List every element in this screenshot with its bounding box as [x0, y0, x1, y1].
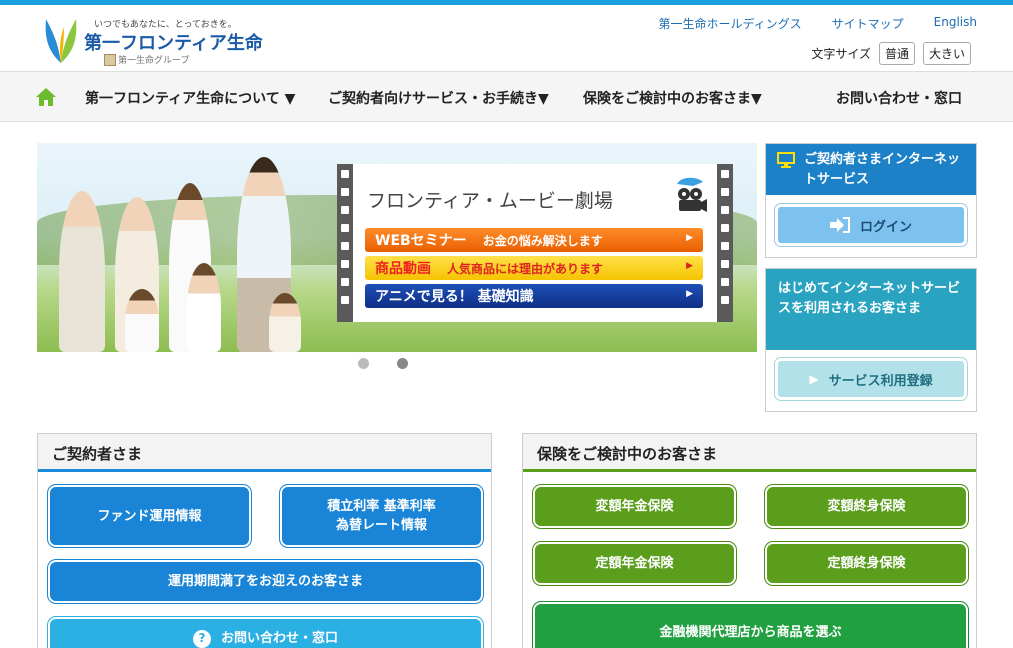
first-time-service-box: はじめてインターネットサービスを利用されるお客さま ▶ サービス利用登録	[765, 268, 977, 412]
fixed-whole-life-button[interactable]: 定額終身保険	[765, 542, 968, 585]
login-icon	[829, 217, 850, 233]
font-size-label: 文字サイズ	[811, 47, 871, 61]
contact-label: お問い合わせ・窓口	[220, 631, 338, 646]
logo-group-text: 第一生命グループ	[118, 56, 190, 66]
fixed-whole-life-label: 定額終身保険	[827, 556, 906, 571]
sitemap-link[interactable]: サイトマップ	[832, 15, 904, 32]
font-normal-button[interactable]: 普通	[878, 42, 915, 65]
utility-links: 第一生命ホールディングス サイトマップ English	[658, 15, 977, 32]
play-triangle-icon: ▶	[809, 372, 819, 386]
play-arrow-icon: ▶	[686, 289, 693, 299]
english-link[interactable]: English	[934, 15, 977, 32]
rates-line1: 積立利率 基準利率	[327, 499, 436, 514]
product-video-button[interactable]: 商品動画 人気商品には理由があります ▶	[365, 256, 703, 280]
first-time-header: はじめてインターネットサービスを利用されるお客さま	[766, 269, 976, 350]
fixed-annuity-label: 定額年金保険	[595, 556, 674, 571]
anime-basics-button[interactable]: アニメで見る！ 基礎知識 ▶	[365, 284, 703, 308]
film-strip-left	[337, 164, 353, 322]
service-register-label: サービス利用登録	[828, 373, 933, 389]
contract-holder-panel: ご契約者さま ファンド運用情報 積立利率 基準利率 為替レート情報 運用期間満了…	[37, 433, 492, 648]
play-arrow-icon: ▶	[686, 261, 693, 271]
nav-prospects[interactable]: 保険をご検討中のお客さま▼	[583, 88, 762, 108]
nav-about[interactable]: 第一フロンティア生命について ▼	[85, 88, 295, 108]
logo-mark-icon	[45, 19, 77, 63]
fixed-annuity-button[interactable]: 定額年金保険	[533, 542, 736, 585]
product-video-label: 商品動画	[375, 261, 431, 277]
carousel-dots	[358, 358, 408, 369]
rates-info-button[interactable]: 積立利率 基準利率 為替レート情報	[280, 485, 483, 547]
movie-camera-icon	[677, 177, 707, 212]
group-emblem-icon	[104, 53, 116, 66]
font-large-button[interactable]: 大きい	[922, 42, 971, 65]
variable-whole-life-label: 変額終身保険	[827, 499, 906, 514]
prospect-panel-title: 保険をご検討中のお客さま	[523, 434, 976, 472]
variable-annuity-button[interactable]: 変額年金保険	[533, 485, 736, 528]
carousel-dot-2[interactable]	[397, 358, 408, 369]
home-icon[interactable]	[35, 86, 57, 108]
prospect-panel: 保険をご検討中のお客さま 変額年金保険 変額終身保険 定額年金保険 定額終身保険…	[522, 433, 977, 648]
font-size-switcher: 文字サイズ 普通 大きい	[811, 42, 971, 65]
web-seminar-button[interactable]: WEBセミナー お金の悩み解決します ▶	[365, 228, 703, 252]
service-register-button[interactable]: ▶ サービス利用登録	[775, 358, 967, 400]
site-header: いつでもあなたに、とっておきを。 第一フロンティア生命 第一生命グループ 第一生…	[0, 5, 1013, 71]
nav-contract-services[interactable]: ご契約者向けサービス・お手続き▼	[328, 88, 549, 108]
hero-banner[interactable]: フロンティア・ムービー劇場 WEBセミナー お金の悩み解決します ▶ 商品動画 …	[37, 143, 757, 352]
login-button[interactable]: ログイン	[775, 204, 967, 246]
monitor-icon	[777, 152, 795, 168]
movie-theater-title: フロンティア・ムービー劇場	[367, 190, 613, 212]
question-icon: ?	[192, 629, 211, 648]
variable-annuity-label: 変額年金保険	[595, 499, 674, 514]
nav-contact[interactable]: お問い合わせ・窓口	[836, 88, 962, 108]
login-label: ログイン	[859, 219, 912, 235]
film-strip-right	[717, 164, 733, 322]
product-video-text: 人気商品には理由があります	[447, 261, 604, 276]
global-nav: 第一フロンティア生命について ▼ ご契約者向けサービス・お手続き▼ 保険をご検討…	[0, 71, 1013, 122]
play-arrow-icon: ▶	[686, 233, 693, 243]
internet-service-box: ご契約者さまインターネットサービス ログイン	[765, 143, 977, 258]
variable-whole-life-button[interactable]: 変額終身保険	[765, 485, 968, 528]
logo-company-name: 第一フロンティア生命	[84, 33, 263, 54]
internet-service-title: ご契約者さまインターネットサービス	[804, 152, 961, 187]
carousel-dot-1[interactable]	[358, 358, 369, 369]
web-seminar-text: お金の悩み解決します	[482, 233, 603, 248]
internet-service-header: ご契約者さまインターネットサービス	[766, 144, 976, 195]
fund-info-label: ファンド運用情報	[97, 508, 202, 524]
holdings-link[interactable]: 第一生命ホールディングス	[658, 15, 801, 32]
anime-basics-label: アニメで見る！ 基礎知識	[375, 289, 534, 305]
maturity-label: 運用期間満了をお迎えのお客さま	[167, 574, 363, 589]
contact-button[interactable]: ? お問い合わせ・窓口	[48, 617, 483, 648]
logo-group-name: 第一生命グループ	[104, 53, 190, 67]
rates-line2: 為替レート情報	[335, 518, 427, 533]
movie-theater-card: フロンティア・ムービー劇場 WEBセミナー お金の悩み解決します ▶ 商品動画 …	[337, 164, 733, 322]
company-logo[interactable]: いつでもあなたに、とっておきを。 第一フロンティア生命 第一生命グループ	[42, 13, 263, 71]
contract-panel-title: ご契約者さま	[38, 434, 491, 472]
maturity-button[interactable]: 運用期間満了をお迎えのお客さま	[48, 560, 483, 603]
fund-info-button[interactable]: ファンド運用情報	[48, 485, 251, 547]
agency-select-button[interactable]: 金融機関代理店から商品を選ぶ	[533, 602, 968, 648]
agency-select-label: 金融機関代理店から商品を選ぶ	[659, 624, 842, 640]
web-seminar-label: WEBセミナー	[375, 233, 467, 249]
